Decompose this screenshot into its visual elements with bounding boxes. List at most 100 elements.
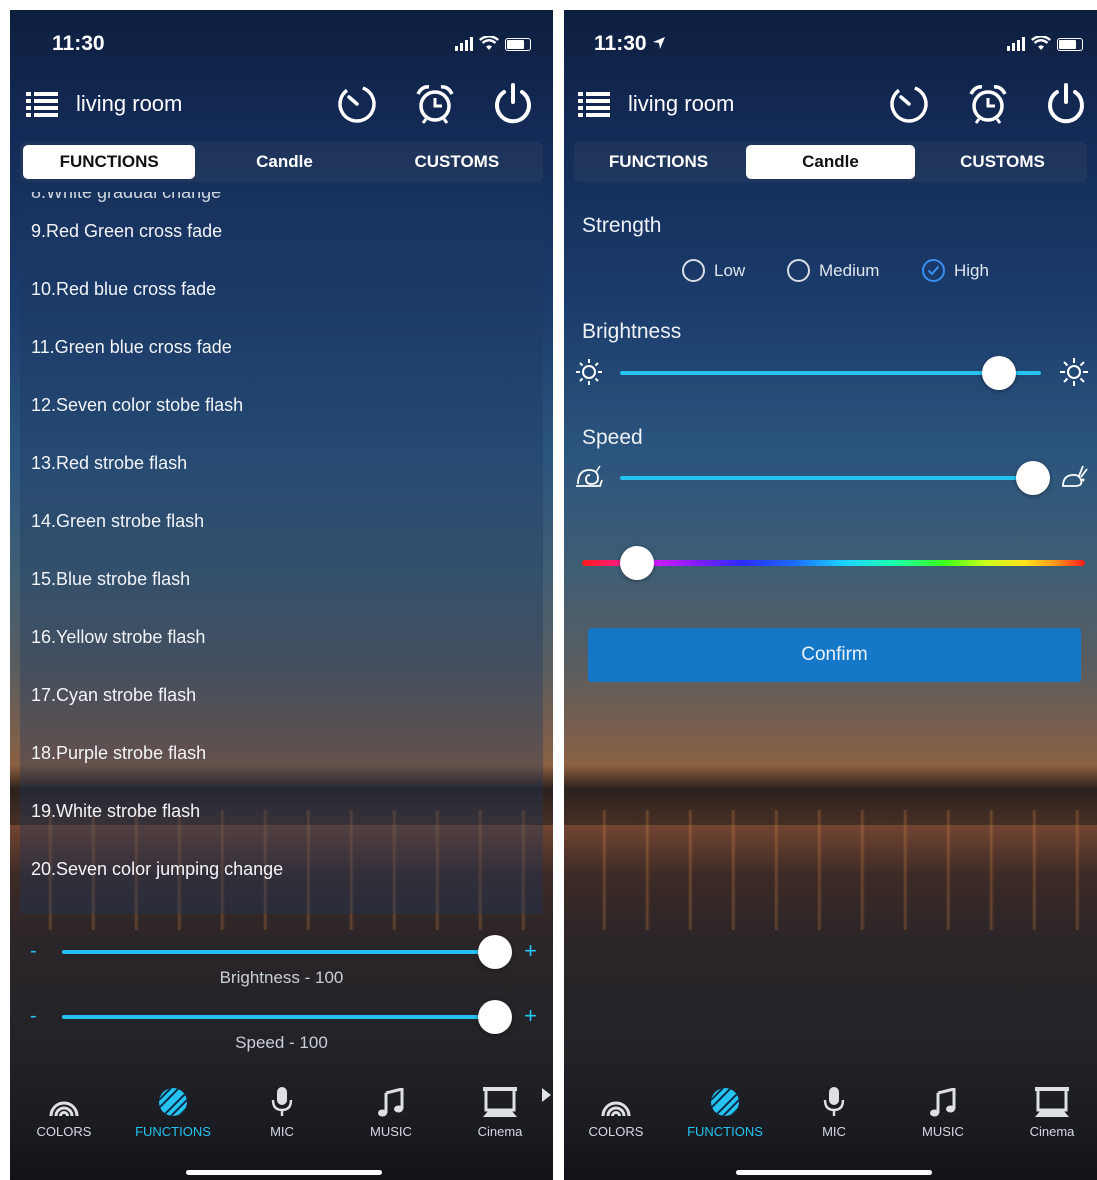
tab-functions[interactable]: FUNCTIONS [574,142,743,182]
battery-icon [1057,38,1083,51]
speed-slider[interactable]: - + [30,1000,537,1034]
alarm-clock-icon[interactable] [966,82,1010,126]
power-icon[interactable] [491,82,535,126]
tabbar-label: FUNCTIONS [687,1124,763,1139]
color-spectrum-slider[interactable] [582,546,1085,580]
sun-dim-icon [576,359,602,385]
wifi-icon [1031,36,1051,50]
list-item[interactable]: 11.Green blue cross fade [20,318,543,376]
screen-divider [553,0,564,1180]
tabbar-more-arrow-icon[interactable] [542,1088,551,1102]
tab-customs[interactable]: CUSTOMS [371,142,543,182]
menu-list-icon[interactable] [26,90,58,118]
tabbar-functions[interactable]: FUNCTIONS [680,1082,770,1139]
rainbow-icon [601,1101,631,1117]
brightness-minus-button[interactable]: - [30,940,37,963]
color-knob[interactable] [620,546,655,580]
tabbar-mic[interactable]: MIC [237,1082,327,1139]
tab-candle[interactable]: Candle [198,142,370,182]
radio-label: Medium [819,260,880,280]
radio-circle [922,259,945,282]
speed-label: Speed [582,426,643,449]
brightness-track[interactable] [620,371,1041,375]
status-time: 11:30 [52,32,105,55]
strength-high-radio[interactable]: High [922,259,989,282]
tab-candle[interactable]: Candle [746,145,915,179]
list-item[interactable]: 8.White gradual change [20,192,543,202]
confirm-button[interactable]: Confirm [588,628,1081,682]
candle-brightness-slider[interactable] [574,355,1089,391]
strength-low-radio[interactable]: Low [682,259,745,282]
speed-plus-button[interactable]: + [524,1003,537,1029]
right-screen: 11:30 living room FUNCTIONS Candle CUSTO… [564,10,1097,1180]
speed-track[interactable] [620,476,1041,480]
bottom-tab-bar: COLORS FUNCTIONS MIC MUSIC Cinema [564,1082,1097,1152]
signal-icon [1007,37,1025,51]
mode-tabs: FUNCTIONS Candle CUSTOMS [20,142,543,182]
rainbow-icon [49,1101,79,1117]
tabbar-label: FUNCTIONS [135,1124,211,1139]
speed-minus-button[interactable]: - [30,1005,37,1028]
brightness-track[interactable] [62,950,495,954]
tabbar-colors[interactable]: COLORS [571,1082,661,1139]
power-icon[interactable] [1044,82,1088,126]
candle-speed-slider[interactable] [574,460,1089,496]
status-bar: 11:30 [10,10,553,72]
tabbar-mic[interactable]: MIC [789,1082,879,1139]
list-item[interactable]: 15.Blue strobe flash [20,550,543,608]
speed-knob[interactable] [478,1000,512,1034]
tabbar-functions[interactable]: FUNCTIONS [128,1082,218,1139]
tabbar-label: MIC [270,1124,294,1139]
brightness-label: Brightness [582,320,682,343]
checkmark-icon [927,265,940,276]
list-item[interactable]: 13.Red strobe flash [20,434,543,492]
list-item[interactable]: 20.Seven color jumping change [20,840,543,898]
radio-circle [682,259,705,282]
signal-icon [455,37,473,51]
tabbar-cinema[interactable]: Cinema [455,1082,545,1139]
sun-bright-icon [1060,358,1088,386]
tabbar-label: MUSIC [922,1124,964,1139]
brightness-knob[interactable] [981,356,1016,390]
list-item[interactable]: 19.White strobe flash [20,782,543,840]
timer-icon[interactable] [335,82,379,126]
speed-track[interactable] [62,1015,495,1019]
home-indicator [186,1170,382,1175]
striped-ball-icon [159,1088,187,1116]
striped-ball-icon [711,1088,739,1116]
tab-functions[interactable]: FUNCTIONS [23,145,196,179]
timer-icon[interactable] [887,82,931,126]
bottom-tab-bar: COLORS FUNCTIONS MIC MUSIC Cinema [10,1082,553,1152]
speed-knob[interactable] [1015,461,1050,495]
brightness-knob[interactable] [478,935,512,969]
radio-label: Low [714,260,746,280]
tabbar-label: Cinema [477,1124,523,1139]
cinema-screen-icon [1035,1087,1069,1117]
tab-customs[interactable]: CUSTOMS [918,142,1087,182]
tabbar-music[interactable]: MUSIC [898,1082,988,1139]
tabbar-colors[interactable]: COLORS [19,1082,109,1139]
brightness-caption: Brightness - 100 [219,968,344,987]
list-item[interactable]: 18.Purple strobe flash [20,724,543,782]
strength-medium-radio[interactable]: Medium [787,259,879,282]
strength-label: Strength [582,214,662,237]
brightness-slider[interactable]: - + [30,935,537,969]
list-item[interactable]: 14.Green strobe flash [20,492,543,550]
list-item[interactable]: 12.Seven color stobe flash [20,376,543,434]
microphone-icon [271,1087,293,1116]
list-item[interactable]: 10.Red blue cross fade [20,260,543,318]
alarm-clock-icon[interactable] [413,82,457,126]
status-icons [455,36,531,51]
tabbar-music[interactable]: MUSIC [346,1082,436,1139]
list-item[interactable]: 17.Cyan strobe flash [20,666,543,724]
function-list: 8.White gradual change 9.Red Green cross… [20,192,543,914]
location-arrow-icon [653,37,665,49]
brightness-plus-button[interactable]: + [524,938,537,964]
list-item[interactable]: 9.Red Green cross fade [20,202,543,260]
music-note-icon [378,1088,404,1117]
list-item[interactable]: 16.Yellow strobe flash [20,608,543,666]
tabbar-label: COLORS [588,1124,644,1139]
music-note-icon [930,1088,956,1117]
menu-list-icon[interactable] [578,90,610,118]
tabbar-cinema[interactable]: Cinema [1007,1082,1097,1139]
